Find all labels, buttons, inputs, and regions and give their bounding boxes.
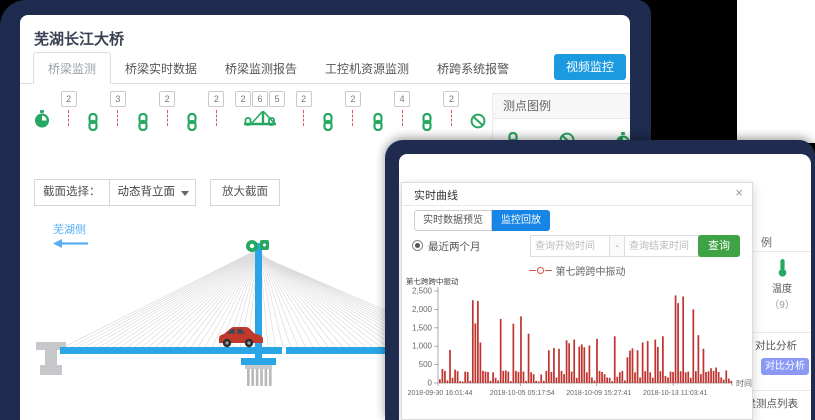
section-select-label: 截面选择： (34, 179, 110, 206)
thermometer-icon (777, 269, 788, 280)
arrow-left-icon (53, 239, 89, 248)
sensor-count-badge: 2 (208, 91, 224, 107)
legend-panel-title: 测点图例 (493, 93, 630, 119)
temperature-legend-item[interactable]: 温度 （9） (759, 258, 805, 311)
main-tab-5[interactable]: 桥跨系统报警 (423, 53, 523, 83)
realtime-curve-dialog: 实时曲线 × 实时数据预览监控回放 最近两个月 - 查询 (401, 182, 753, 420)
svg-text:2018-10-05 05:17:54: 2018-10-05 05:17:54 (490, 390, 555, 397)
svg-text:2,000: 2,000 (412, 305, 433, 314)
svg-text:1,000: 1,000 (412, 342, 433, 351)
video-monitor-button[interactable]: 视频监控 (554, 54, 626, 80)
sensor-dash-line (352, 110, 353, 126)
section-controls: 截面选择： 动态背立面 放大截面 (34, 179, 280, 206)
dialog-tab-2[interactable]: 监控回放 (492, 210, 550, 231)
main-tab-bar: 桥梁监测桥梁实时数据桥梁监测报告工控机资源监测桥跨系统报警 (20, 55, 630, 84)
svg-text:2018-10-13 11:03:41: 2018-10-13 11:03:41 (643, 390, 708, 397)
sensor-group[interactable]: 265 (235, 91, 285, 127)
sensor-point[interactable]: 2 (296, 91, 312, 126)
sensor-dash-line (451, 110, 452, 126)
sensor-count-badge: 2 (235, 91, 251, 107)
svg-text:2,500: 2,500 (412, 287, 433, 296)
page-title: 芜湖长江大桥 (34, 28, 124, 49)
sensor-point[interactable]: 2 (159, 91, 175, 126)
tower-foundation (241, 358, 276, 386)
bridge-sensor-icon (243, 109, 277, 127)
bridge-pier (36, 342, 66, 375)
main-tab-2[interactable]: 桥梁实时数据 (111, 53, 211, 83)
main-tab-1[interactable]: 桥梁监测 (33, 52, 111, 84)
screen: 芜湖长江大桥 桥梁监测桥梁实时数据桥梁监测报告工控机资源监测桥跨系统报警 视频监… (0, 0, 815, 420)
query-row: 最近两个月 - 查询 (412, 235, 746, 257)
deck-joint (282, 347, 286, 354)
query-button[interactable]: 查询 (698, 235, 740, 257)
link-sensor-icon[interactable] (322, 113, 334, 131)
legend-dot-icon (537, 267, 544, 274)
sensor-point[interactable]: 4 (394, 91, 410, 126)
svg-text:2018-10-09 15:27:41: 2018-10-09 15:27:41 (566, 390, 631, 397)
link-sensor-icon[interactable] (186, 113, 198, 131)
sensor-point[interactable]: 2 (443, 91, 459, 126)
black-background-area (651, 0, 736, 145)
recent-two-months-label: 最近两个月 (428, 239, 481, 254)
svg-text:500: 500 (419, 360, 433, 369)
svg-text:时间: 时间 (736, 378, 752, 388)
main-tab-3[interactable]: 桥梁监测报告 (211, 53, 311, 83)
dialog-header: 实时曲线 × (402, 183, 752, 206)
svg-text:1,500: 1,500 (412, 323, 433, 332)
compare-section-title: 对比分析 (755, 338, 797, 353)
query-start-time-input[interactable] (530, 235, 610, 257)
dialog-tab-bar: 实时数据预览监控回放 (414, 210, 550, 231)
chevron-down-icon (181, 191, 189, 196)
sensor-dash-line (167, 110, 168, 126)
sensor-dash-line (303, 110, 304, 126)
enlarge-section-button[interactable]: 放大截面 (210, 179, 280, 206)
sensor-count-badge: 2 (159, 91, 175, 107)
sensor-point[interactable]: 2 (208, 91, 224, 126)
sensor-point[interactable]: 2 (345, 91, 361, 126)
vibration-chart: 第七跨跨中振动 0 500 1,000 1,500 2,000 2,500 2018-09-3… (402, 275, 754, 414)
sensor-count-badge: 2 (443, 91, 459, 107)
legend-header-partial: 例 (761, 234, 772, 250)
recent-two-months-radio[interactable] (412, 240, 423, 251)
link-sensor-icon[interactable] (87, 113, 99, 131)
sensor-dash-line (117, 110, 118, 126)
main-tab-4[interactable]: 工控机资源监测 (311, 53, 423, 83)
sensor-count-badge: 4 (394, 91, 410, 107)
sensor-count-badge: 2 (345, 91, 361, 107)
link-sensor-icon[interactable] (137, 113, 149, 131)
sensor-count-badge: 6 (252, 91, 268, 107)
close-icon[interactable]: × (735, 185, 743, 200)
sensor-point[interactable]: 2 (61, 91, 77, 126)
section-select[interactable]: 动态背立面 (110, 179, 197, 206)
direction-label: 芜湖侧 (53, 221, 89, 248)
compare-analysis-button[interactable]: 对比分析 (761, 358, 809, 375)
legend-line-icon (545, 270, 552, 271)
front-window: 例 温度 （9） 对比分析 对比分析 桥梁测点列表 实时曲线 (399, 154, 811, 420)
temperature-label: 温度 (759, 280, 805, 295)
gauge-sensor-icon[interactable] (34, 110, 50, 128)
front-window-frame: 例 温度 （9） 对比分析 对比分析 桥梁测点列表 实时曲线 (385, 140, 815, 420)
link-sensor-icon[interactable] (372, 113, 384, 131)
dialog-title: 实时曲线 (414, 187, 458, 203)
section-select-value: 动态背立面 (118, 186, 176, 198)
dialog-tab-1[interactable]: 实时数据预览 (414, 210, 492, 231)
range-separator: - (610, 235, 624, 257)
svg-text:0: 0 (428, 379, 433, 388)
link-sensor-icon[interactable] (421, 113, 433, 131)
legend-line-icon (529, 270, 536, 271)
sensor-point[interactable]: 3 (110, 91, 126, 126)
sensor-count-badge: 2 (61, 91, 77, 107)
sensor-dash-line (216, 110, 217, 126)
sensor-dash-line (402, 110, 403, 126)
svg-text:2018-09-30 16:01:44: 2018-09-30 16:01:44 (408, 390, 473, 397)
temperature-count: （9） (759, 296, 805, 311)
sensor-dash-line (68, 110, 69, 126)
sensor-count-badge: 2 (296, 91, 312, 107)
query-end-time-input[interactable] (624, 235, 704, 257)
sensor-count-badge: 3 (110, 91, 126, 107)
ban-sensor-icon[interactable] (470, 113, 486, 129)
white-background-strip (736, 0, 815, 143)
sensor-count-badge: 5 (269, 91, 285, 107)
svg-text:第七跨跨中振动: 第七跨跨中振动 (406, 276, 459, 286)
